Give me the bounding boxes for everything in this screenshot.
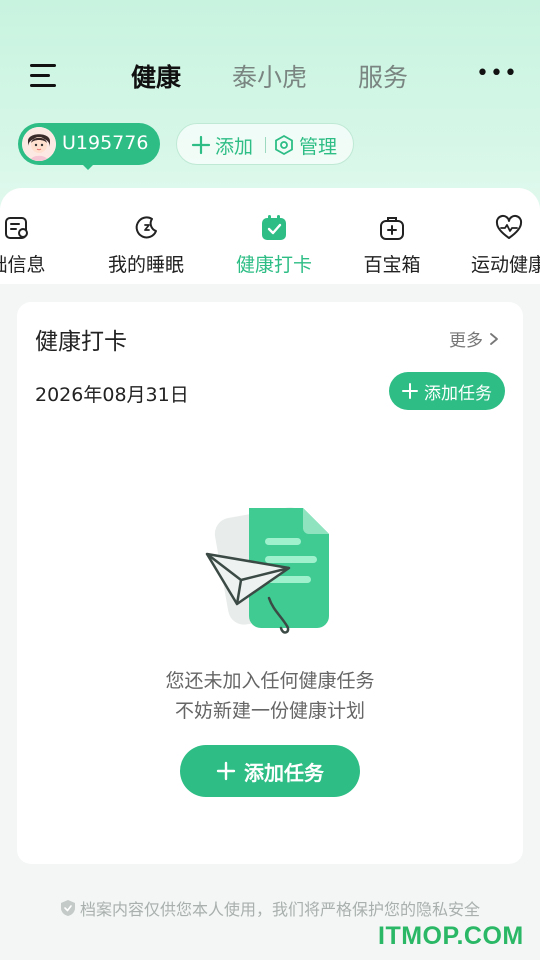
tab-services[interactable]: 服务 bbox=[358, 58, 408, 94]
checkin-icon bbox=[262, 215, 286, 240]
checkin-card: 健康打卡 更多 2026年08月31日 添加任务 您还未加入任何健康任务 不妨新… bbox=[17, 302, 523, 864]
card-title: 健康打卡 bbox=[35, 329, 127, 355]
user-switcher[interactable]: U195776 bbox=[18, 123, 160, 165]
plus-icon bbox=[216, 761, 236, 781]
category-label: 我的睡眠 bbox=[107, 254, 184, 276]
add-task-button-small[interactable]: 添加任务 bbox=[389, 372, 505, 410]
chevron-right-icon bbox=[490, 332, 498, 345]
empty-state-subtext: 不妨新建一份健康计划 bbox=[174, 700, 365, 722]
top-header: 健康 泰小虎 服务 ••• bbox=[0, 40, 540, 110]
medkit-icon bbox=[380, 217, 404, 240]
category-label: 百宝箱 bbox=[363, 254, 421, 276]
add-task-label: 添加任务 bbox=[424, 383, 492, 404]
chip-pointer bbox=[80, 162, 96, 170]
settings-hex-icon bbox=[275, 134, 293, 156]
moon-icon bbox=[135, 216, 157, 239]
more-label: 更多 bbox=[449, 331, 483, 351]
category-toolbox[interactable]: 百宝箱 bbox=[332, 214, 452, 278]
category-sleep[interactable]: 我的睡眠 bbox=[86, 214, 206, 278]
category-bar: 础信息 我的睡眠 健康打卡 百宝箱 运动健康 bbox=[0, 188, 540, 284]
date-label[interactable]: 2026年08月31日 bbox=[35, 380, 189, 407]
plus-icon bbox=[191, 135, 211, 155]
heartbeat-icon bbox=[495, 214, 523, 239]
plus-icon bbox=[402, 383, 418, 399]
category-label: 础信息 bbox=[0, 254, 46, 276]
category-label: 运动健康 bbox=[470, 254, 540, 276]
category-label: 健康打卡 bbox=[235, 254, 312, 276]
manage-label: 管理 bbox=[299, 135, 338, 158]
category-basic-info[interactable]: 础信息 bbox=[0, 214, 77, 278]
privacy-text: 档案内容仅供您本人使用，我们将严格保护您的隐私安全 bbox=[79, 900, 480, 919]
avatar bbox=[22, 127, 56, 161]
privacy-notice: 档案内容仅供您本人使用，我们将严格保护您的隐私安全 bbox=[0, 896, 540, 920]
add-member-button[interactable]: 添加 bbox=[191, 132, 253, 158]
empty-state-illustration bbox=[205, 507, 329, 634]
tab-health[interactable]: 健康 bbox=[131, 58, 181, 94]
watermark-logo: ITMOP.COM bbox=[378, 922, 524, 950]
add-label: 添加 bbox=[215, 135, 254, 158]
shield-icon bbox=[60, 900, 75, 916]
ellipsis-icon[interactable]: ••• bbox=[476, 63, 517, 85]
user-name: U195776 bbox=[62, 132, 149, 154]
more-link[interactable]: 更多 bbox=[449, 326, 501, 351]
user-actions: 添加 管理 bbox=[176, 123, 354, 165]
tab-taixiaohu[interactable]: 泰小虎 bbox=[232, 58, 307, 94]
menu-icon[interactable] bbox=[30, 64, 58, 88]
divider bbox=[265, 137, 266, 153]
empty-state-text: 您还未加入任何健康任务 bbox=[165, 670, 375, 692]
add-task-button-label: 添加任务 bbox=[244, 760, 324, 785]
category-exercise[interactable]: 运动健康 bbox=[449, 214, 540, 278]
manage-button[interactable]: 管理 bbox=[273, 132, 337, 158]
add-task-button[interactable]: 添加任务 bbox=[180, 745, 360, 797]
category-checkin[interactable]: 健康打卡 bbox=[214, 214, 334, 278]
profile-card-icon bbox=[5, 217, 28, 239]
